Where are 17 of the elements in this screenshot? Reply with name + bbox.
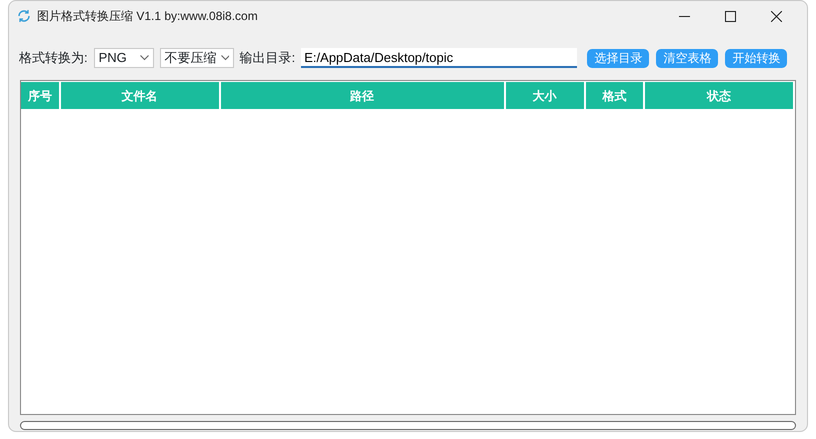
column-header: 路径 bbox=[220, 81, 506, 109]
refresh-icon bbox=[17, 9, 31, 23]
chevron-down-icon bbox=[140, 55, 149, 61]
output-directory-field[interactable]: E:/AppData/Desktop/topic bbox=[301, 48, 578, 68]
format-dropdown[interactable]: PNG bbox=[94, 48, 154, 68]
compress-dropdown[interactable]: 不要压缩 bbox=[160, 48, 234, 68]
column-header: 序号 bbox=[21, 81, 61, 109]
column-header: 状态 bbox=[645, 81, 795, 109]
column-header: 格式 bbox=[586, 81, 646, 109]
close-icon bbox=[770, 10, 782, 22]
maximize-icon bbox=[724, 10, 736, 22]
window-title: 图片格式转换压缩 V1.1 by:www.08i8.com bbox=[37, 8, 258, 25]
column-header: 大小 bbox=[506, 81, 586, 109]
output-label: 输出目录: bbox=[240, 49, 296, 68]
column-header: 文件名 bbox=[60, 81, 220, 109]
format-label: 格式转换为: bbox=[19, 49, 88, 68]
chevron-down-icon bbox=[220, 55, 229, 61]
